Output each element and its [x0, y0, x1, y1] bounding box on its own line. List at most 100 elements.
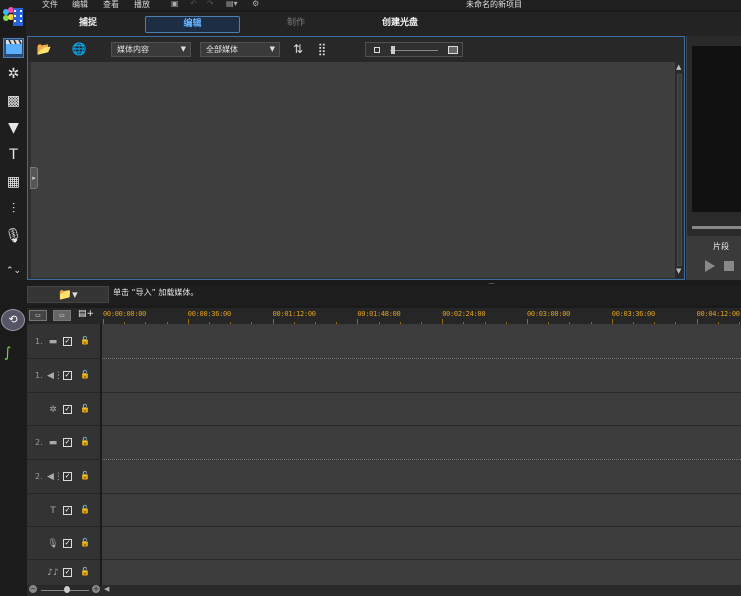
track-lane[interactable]	[102, 527, 741, 560]
app-logo	[0, 4, 26, 34]
track-enable-checkbox[interactable]: ✓	[63, 337, 72, 346]
instant-project-icon[interactable]: ▩	[3, 91, 24, 111]
scroll-down-arrow-icon[interactable]: ▼	[676, 267, 681, 275]
timeline-ruler[interactable]: ▭ ▭ ▤+ 00:00:00:00 00:00:36:00 00:01:12:00…	[27, 308, 741, 324]
storyboard-view-icon[interactable]: ⟲	[1, 309, 25, 331]
ruler-tick-label: 00:01:12:00	[272, 310, 316, 318]
microphone-icon[interactable]: 🎙	[3, 226, 24, 246]
undo-icon[interactable]: ↶	[190, 0, 197, 8]
clip-mode-label[interactable]: 片段	[713, 241, 729, 252]
track-lane[interactable]	[102, 460, 741, 494]
track-lane[interactable]	[102, 560, 741, 586]
track-lane[interactable]	[102, 494, 741, 527]
unlock-icon[interactable]: 🔓	[80, 370, 90, 379]
track-number: 1.	[35, 371, 43, 380]
media-filter-dropdown[interactable]: 全部媒体 ▼	[200, 42, 280, 57]
track-header[interactable]: 2. ▬ ✓ 🔓	[27, 426, 100, 460]
track-lane[interactable]	[102, 393, 741, 426]
zoom-out-icon[interactable]: −	[29, 585, 37, 593]
save-icon[interactable]: ▣	[171, 0, 179, 8]
track-enable-checkbox[interactable]: ✓	[63, 472, 72, 481]
menu-file[interactable]: 文件	[42, 0, 58, 10]
timeline-zoom-knob[interactable]	[64, 586, 70, 593]
track-header[interactable]: 1. ◀⋮ ✓ 🔓	[27, 359, 100, 393]
title-text-icon[interactable]: T	[3, 145, 24, 165]
filter-funnel-icon[interactable]: ▼	[3, 118, 24, 138]
voice-track-icon: 🎙	[47, 539, 59, 549]
track-number: 1.	[35, 337, 43, 346]
track-header[interactable]: 🎙 ✓ 🔓	[27, 527, 100, 560]
tab-capture[interactable]: 捕捉	[60, 16, 116, 33]
tab-edit[interactable]: 编辑	[145, 16, 240, 33]
large-thumbnail-icon	[448, 46, 458, 54]
thumbnail-zoom-slider[interactable]	[365, 42, 463, 57]
collapse-handle-icon[interactable]: ▸	[30, 167, 38, 189]
menu-view[interactable]: 查看	[103, 0, 119, 10]
library-content-area[interactable]	[31, 62, 675, 278]
track-enable-checkbox[interactable]: ✓	[63, 568, 72, 577]
audio-track-icon: ◀⋮	[47, 472, 63, 482]
zoom-in-icon[interactable]: +	[92, 585, 100, 593]
track-number: 2.	[35, 472, 43, 481]
graphics-icon[interactable]: ▦	[3, 172, 24, 192]
add-track-icon[interactable]: ▤+	[77, 310, 95, 321]
track-enable-checkbox[interactable]: ✓	[63, 506, 72, 515]
tab-produce[interactable]: 制作	[268, 16, 324, 33]
transition-pinwheel-icon[interactable]: ✲	[3, 64, 24, 84]
fit-project-button[interactable]: ▭	[53, 310, 71, 321]
menu-bar: 文件 编辑 查看 播放 ▣ ↶ ↷ ▤▾ ⚙ 未命名的新项目	[0, 0, 741, 10]
track-enable-checkbox[interactable]: ✓	[63, 405, 72, 414]
track-header[interactable]: ♪♪ ✓ 🔓	[27, 560, 100, 586]
scrollbar-thumb[interactable]	[677, 74, 682, 266]
content-filter-dropdown[interactable]: 媒体内容 ▼	[111, 42, 191, 57]
unlock-icon[interactable]: 🔓	[80, 505, 90, 514]
scroll-left-arrow-icon[interactable]: ◀	[104, 585, 109, 593]
settings-gear-icon[interactable]: ⚙	[252, 0, 259, 8]
zoom-knob[interactable]	[391, 46, 395, 54]
track-lane[interactable]	[102, 426, 741, 460]
import-hint-text: 单击 “导入” 加载媒体。	[113, 288, 199, 297]
video-track-icon: ▬	[48, 337, 58, 347]
import-folder-button[interactable]: 📁▾	[27, 286, 109, 303]
tab-create-disc[interactable]: 创建光盘	[368, 16, 432, 33]
timeline-zoom-bar: − + ◀	[27, 585, 741, 596]
chevron-down-icon: ▼	[180, 45, 186, 53]
track-enable-checkbox[interactable]: ✓	[63, 438, 72, 447]
track-enable-checkbox[interactable]: ✓	[63, 539, 72, 548]
audio-mixer-icon[interactable]: ⫶	[3, 199, 24, 219]
folder-icon: 📁▾	[58, 288, 78, 301]
track-lane[interactable]	[102, 324, 741, 359]
scroll-up-arrow-icon[interactable]: ▲	[676, 63, 681, 71]
video-track-icon: ▬	[48, 438, 58, 448]
track-header[interactable]: ✲ ✓ 🔓	[27, 393, 100, 426]
unlock-icon[interactable]: 🔓	[80, 404, 90, 413]
library-scrollbar[interactable]: ▲ ▼	[675, 62, 684, 278]
track-number: 2.	[35, 438, 43, 447]
media-clapper-icon[interactable]	[3, 38, 24, 58]
open-folder-icon[interactable]: 📂	[35, 41, 53, 58]
stop-icon[interactable]	[724, 261, 734, 271]
track-lane[interactable]	[102, 359, 741, 393]
unlock-icon[interactable]: 🔓	[80, 538, 90, 547]
display-icon[interactable]: ▤▾	[226, 0, 238, 8]
scroll-up-down-icon[interactable]: ⌃⌄	[3, 261, 24, 281]
track-header[interactable]: 1. ▬ ✓ 🔓	[27, 324, 100, 359]
unlock-icon[interactable]: 🔓	[80, 437, 90, 446]
redo-icon[interactable]: ↷	[207, 0, 214, 8]
track-header[interactable]: 2. ◀⋮ ✓ 🔓	[27, 460, 100, 494]
sort-icon[interactable]: ⇅	[289, 41, 307, 58]
unlock-icon[interactable]: 🔓	[80, 336, 90, 345]
audio-waveform-icon[interactable]: ∫	[4, 345, 11, 361]
timeline-view-button[interactable]: ▭	[29, 310, 47, 321]
unlock-icon[interactable]: 🔓	[80, 567, 90, 576]
import-media-icon[interactable]: 🌐	[70, 41, 88, 58]
track-header[interactable]: T ✓ 🔓	[27, 494, 100, 527]
preview-scrub-bar[interactable]	[692, 226, 741, 229]
grid-view-icon[interactable]: ⣿	[313, 41, 331, 58]
unlock-icon[interactable]: 🔓	[80, 471, 90, 480]
menu-edit[interactable]: 编辑	[72, 0, 88, 10]
play-icon[interactable]	[705, 260, 715, 272]
track-enable-checkbox[interactable]: ✓	[63, 371, 72, 380]
menu-play[interactable]: 播放	[134, 0, 150, 10]
mode-tab-bar: 捕捉 编辑 制作 创建光盘	[26, 12, 741, 36]
